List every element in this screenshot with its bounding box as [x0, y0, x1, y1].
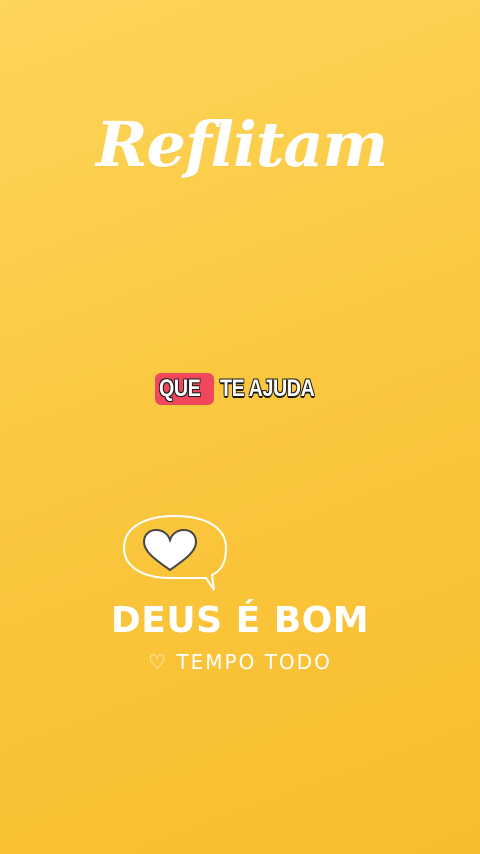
- caption-rest: TE AJUDA: [219, 375, 315, 402]
- logo-main-text: DEUS É BOM: [110, 600, 370, 641]
- heart-speech-bubble-icon: [122, 514, 228, 591]
- caption-highlighted-word: QUE: [159, 374, 202, 402]
- logo-sub-text: ♡ TEMPO TODO: [148, 650, 332, 674]
- video-frame: { "title": "Reflitam", "caption": { "hig…: [0, 0, 480, 854]
- title: Reflitam: [96, 100, 388, 210]
- heart-icon: [142, 528, 198, 572]
- caption: QUE TE AJUDA: [155, 367, 335, 411]
- caption-highlight: QUE: [155, 373, 214, 405]
- title-text: Reflitam: [96, 108, 388, 181]
